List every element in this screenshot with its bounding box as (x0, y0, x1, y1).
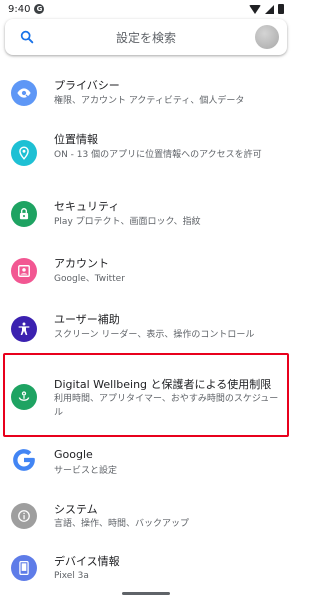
signal-icon (265, 4, 274, 14)
status-bar: 9:40 G (0, 0, 292, 18)
accessibility-icon (11, 316, 37, 342)
settings-item-location[interactable]: 位置情報 ON - 13 個のアプリに位置情報へのアクセスを許可 (0, 128, 292, 184)
google-g-icon (11, 447, 37, 473)
settings-item-system[interactable]: システム 言語、操作、時間、バックアップ (0, 498, 292, 538)
avatar[interactable] (255, 25, 279, 49)
wellbeing-icon (11, 384, 37, 410)
lock-icon (11, 201, 37, 227)
settings-item-title: セキュリティ (54, 200, 120, 213)
settings-item-subtitle: ON - 13 個のアプリに位置情報へのアクセスを許可 (54, 150, 262, 160)
settings-item-security[interactable]: セキュリティ Play プロテクト、画面ロック、指紋 (0, 195, 292, 243)
settings-item-title: アカウント (54, 257, 109, 270)
search-bar[interactable]: 設定を検索 (5, 19, 287, 55)
location-pin-icon (11, 140, 37, 166)
gesture-nav-handle[interactable] (122, 592, 170, 595)
settings-item-subtitle: サービスと設定 (54, 466, 118, 476)
settings-item-title: ユーザー補助 (54, 313, 120, 326)
search-input[interactable]: 設定を検索 (5, 29, 287, 46)
settings-item-device-info[interactable]: デバイス情報 Pixel 3a (0, 550, 292, 590)
settings-item-privacy[interactable]: プライバシー 権限、アカウント アクティビティ、個人データ (0, 72, 292, 120)
settings-item-account[interactable]: アカウント Google、Twitter (0, 252, 292, 300)
settings-item-title: プライバシー (54, 79, 120, 92)
settings-item-subtitle: 権限、アカウント アクティビティ、個人データ (54, 96, 245, 106)
settings-item-title: デバイス情報 (54, 555, 120, 568)
settings-item-subtitle: Pixel 3a (54, 571, 89, 581)
phone-icon (11, 555, 37, 581)
info-icon (11, 503, 37, 529)
settings-item-title: Digital Wellbeing と保護者による使用制限 (54, 378, 272, 391)
settings-item-digital-wellbeing[interactable]: Digital Wellbeing と保護者による使用制限 利用時間、アプリタイ… (0, 370, 292, 430)
settings-item-subtitle: 利用時間、アプリタイマー、おやすみ時間のスケジュール (54, 394, 279, 418)
battery-icon (278, 4, 284, 14)
google-notification-icon: G (34, 4, 45, 14)
account-box-icon (11, 258, 37, 284)
settings-item-subtitle: Play プロテクト、画面ロック、指紋 (54, 217, 201, 227)
settings-item-subtitle: Google、Twitter (54, 274, 125, 284)
settings-item-title: Google (54, 448, 93, 461)
settings-item-subtitle: 言語、操作、時間、バックアップ (54, 519, 190, 529)
wifi-icon (249, 4, 261, 14)
status-time: 9:40 (8, 3, 31, 15)
settings-item-title: システム (54, 503, 98, 516)
settings-item-google[interactable]: Google サービスと設定 (0, 445, 292, 485)
settings-item-title: 位置情報 (54, 133, 98, 146)
privacy-eye-icon (11, 80, 37, 106)
settings-item-subtitle: スクリーン リーダー、表示、操作のコントロール (54, 330, 255, 340)
